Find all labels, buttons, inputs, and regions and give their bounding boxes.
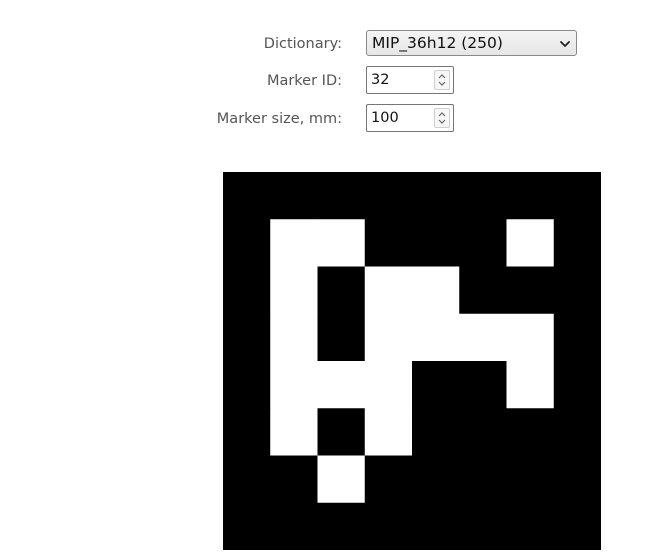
marker-cell-0-1 [270,172,318,220]
marker-id-input[interactable]: 32 [366,66,454,94]
marker-cell-3-4 [412,313,460,362]
marker-cell-3-7 [553,313,601,362]
chevron-down-icon [559,36,571,50]
marker-cell-4-0 [223,361,271,409]
dictionary-row: Dictionary: MIP_36h12 (250) [0,28,650,60]
marker-cell-4-3 [364,361,413,409]
marker-image [223,172,601,550]
spin-up-down-icon[interactable] [434,108,450,128]
marker-cell-2-2 [317,266,366,315]
marker-cell-1-2 [317,219,366,267]
marker-cell-3-5 [459,313,507,362]
marker-cell-3-1 [270,313,318,362]
marker-cell-5-7 [553,408,601,456]
marker-cell-2-7 [553,266,601,315]
marker-cell-7-1 [270,502,318,550]
marker-cell-0-5 [459,172,507,220]
marker-id-row: Marker ID: 32 [0,65,650,97]
marker-size-value: 100 [371,110,399,126]
marker-cell-0-3 [364,172,413,220]
marker-cell-0-0 [223,172,271,220]
marker-cell-1-0 [223,219,271,267]
dictionary-label: Dictionary: [263,36,342,52]
marker-cell-6-7 [553,455,601,504]
marker-id-label: Marker ID: [266,73,342,89]
marker-cell-2-0 [223,266,271,315]
marker-cell-1-6 [506,219,555,267]
marker-cell-2-5 [459,266,507,315]
dictionary-select[interactable]: MIP_36h12 (250) [366,30,577,56]
marker-cell-7-5 [459,502,507,550]
marker-cell-6-4 [412,455,460,504]
marker-cell-3-2 [317,313,366,362]
spin-down-icon[interactable] [438,119,446,125]
marker-cell-0-4 [412,172,460,220]
marker-cell-5-3 [364,408,413,456]
marker-cell-0-2 [317,172,366,220]
marker-cell-1-3 [364,219,413,267]
marker-cell-5-6 [506,408,555,456]
marker-cell-7-2 [317,502,366,550]
marker-cell-1-7 [553,219,601,267]
marker-cell-3-0 [223,313,271,362]
marker-cell-6-3 [364,455,413,504]
marker-cell-2-3 [364,266,413,315]
spin-down-icon[interactable] [438,81,446,87]
marker-cell-1-1 [270,219,318,267]
marker-cell-4-4 [412,361,460,409]
marker-cell-4-5 [459,361,507,409]
marker-cell-2-6 [506,266,555,315]
marker-cell-4-7 [553,361,601,409]
marker-size-input[interactable]: 100 [366,104,454,132]
marker-cell-4-2 [317,361,366,409]
marker-size-label: Marker size, mm: [216,111,342,127]
spin-up-down-icon[interactable] [434,70,450,90]
marker-cell-7-7 [553,502,601,550]
marker-cell-3-3 [364,313,413,362]
marker-cell-6-1 [270,455,318,504]
marker-cell-4-1 [270,361,318,409]
marker-cell-2-4 [412,266,460,315]
marker-size-row: Marker size, mm: 100 [0,103,650,135]
marker-cell-6-0 [223,455,271,504]
marker-cell-7-3 [364,502,413,550]
marker-cell-5-0 [223,408,271,456]
dictionary-selected-value: MIP_36h12 (250) [372,34,503,52]
marker-cell-0-7 [553,172,601,220]
marker-cell-5-5 [459,408,507,456]
spin-up-icon[interactable] [438,73,446,79]
marker-cell-6-6 [506,455,555,504]
marker-cell-5-1 [270,408,318,456]
marker-cell-7-4 [412,502,460,550]
marker-cell-5-4 [412,408,460,456]
marker-cell-7-0 [223,502,271,550]
marker-cell-3-6 [506,313,555,362]
marker-generator-page: Dictionary: MIP_36h12 (250) Marker ID: 3… [0,0,650,558]
marker-cell-5-2 [317,408,366,456]
marker-cell-0-6 [506,172,555,220]
marker-cell-1-5 [459,219,507,267]
marker-cell-7-6 [506,502,555,550]
marker-cell-6-2 [317,455,366,504]
marker-cell-1-4 [412,219,460,267]
marker-cell-6-5 [459,455,507,504]
marker-cell-2-1 [270,266,318,315]
marker-id-value: 32 [371,72,390,88]
spin-up-icon[interactable] [438,111,446,117]
marker-svg [223,172,601,550]
marker-cell-4-6 [506,361,555,409]
